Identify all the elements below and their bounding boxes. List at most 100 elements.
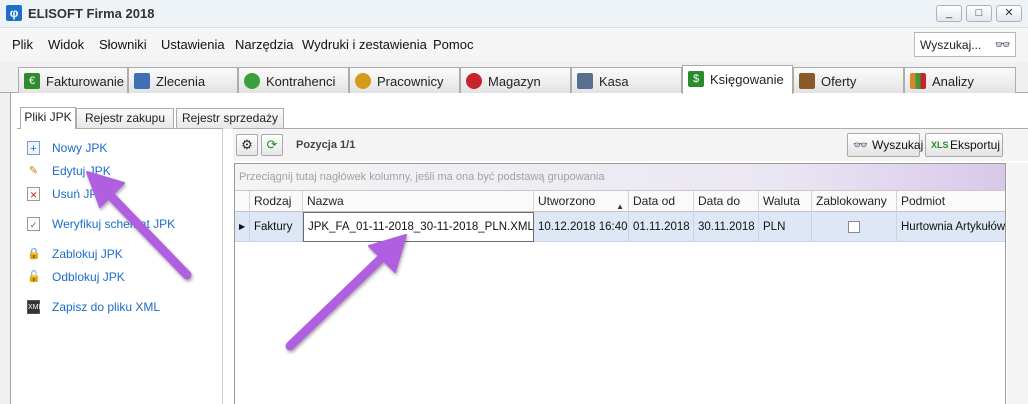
minimize-button[interactable]: _ [936, 5, 962, 22]
tab-rejestr-zakupu[interactable]: Rejestr zakupu [76, 108, 174, 129]
tab-magazyn[interactable]: Magazyn [460, 67, 571, 93]
lock-icon: 🔒 [27, 248, 41, 260]
tab-ksiegowanie[interactable]: $ Księgowanie [682, 65, 793, 94]
menu-plik[interactable]: Plik [12, 37, 33, 52]
column-waluta[interactable]: Waluta [759, 191, 812, 212]
close-button[interactable]: ✕ [996, 5, 1022, 22]
action-label: Zablokuj JPK [52, 247, 123, 261]
tab-label: Kontrahenci [266, 74, 336, 89]
binoculars-icon: 👓 [853, 138, 868, 152]
column-zablokowany[interactable]: Zablokowany [812, 191, 897, 212]
menu-narzedzia[interactable]: Narzędzia [235, 37, 294, 52]
column-nazwa[interactable]: Nazwa [303, 191, 534, 212]
binoculars-icon[interactable]: 👓 [995, 37, 1011, 53]
column-podmiot[interactable]: Podmiot [897, 191, 1005, 212]
search-input[interactable]: Wyszukaj... 👓 [914, 32, 1016, 57]
euro-icon: € [24, 73, 40, 89]
documents-icon [134, 73, 150, 89]
group-by-area[interactable]: Przeciągnij tutaj nagłówek kolumny, jeśl… [235, 164, 1005, 191]
row-indicator: ▶ [235, 212, 250, 242]
menu-ustawienia[interactable]: Ustawienia [161, 37, 225, 52]
current-row-arrow-icon: ▶ [239, 222, 246, 231]
tab-label: Fakturowanie [46, 74, 125, 89]
window-title: ELISOFT Firma 2018 [28, 6, 155, 21]
workers-icon [355, 73, 371, 89]
tab-pracownicy[interactable]: Pracownicy [349, 67, 460, 93]
column-utworzono[interactable]: Utworzono ▲ [534, 191, 629, 212]
tab-kasa[interactable]: Kasa [571, 67, 682, 93]
tab-label: Księgowanie [710, 72, 784, 87]
action-label: Nowy JPK [52, 141, 108, 155]
table-row[interactable]: ▶ Faktury JPK_FA_01-11-2018_30-11-2018_P… [235, 212, 1005, 242]
button-label: Wyszukaj [872, 138, 924, 152]
column-label: Utworzono [538, 194, 596, 208]
tab-analizy[interactable]: Analizy [904, 67, 1016, 93]
excel-icon: XLS [931, 140, 949, 150]
pencil-icon: ✎ [28, 165, 39, 177]
unlock-icon: 🔓 [27, 271, 41, 283]
tab-label: Analizy [932, 74, 974, 89]
cell-nazwa[interactable]: JPK_FA_01-11-2018_30-11-2018_PLN.XML [303, 212, 534, 242]
menu-slowniki[interactable]: Słowniki [99, 37, 147, 52]
verify-document-icon: ✓ [27, 217, 40, 231]
cell-data-od[interactable]: 01.11.2018 [629, 212, 694, 242]
row-selector-header [235, 191, 250, 212]
settings-gear-icon[interactable]: ⚙ [236, 134, 258, 156]
action-label: Odblokuj JPK [52, 270, 125, 284]
cell-rodzaj[interactable]: Faktury [250, 212, 303, 242]
tab-label: Kasa [599, 74, 629, 89]
actions-panel: + Nowy JPK ✎ Edytuj JPK ✕ Usuń JPK ✓ Wer… [17, 128, 223, 404]
button-label: Eksportuj [950, 138, 1001, 152]
title-bar: φ ELISOFT Firma 2018 _ □ ✕ [0, 0, 1028, 28]
jpk-grid: Przeciągnij tutaj nagłówek kolumny, jeśl… [234, 163, 1006, 404]
app-logo-icon: φ [6, 5, 22, 21]
action-label: Weryfikuj schemat JPK [52, 217, 176, 231]
delete-document-icon: ✕ [27, 187, 40, 201]
column-rodzaj[interactable]: Rodzaj [250, 191, 303, 212]
cell-utworzono[interactable]: 10.12.2018 16:40 [534, 212, 629, 242]
tab-oferty[interactable]: Oferty [793, 67, 904, 93]
grid-header: Rodzaj Nazwa Utworzono ▲ Data od Data do… [235, 191, 1005, 212]
export-button[interactable]: XLS Eksportuj [925, 133, 1003, 157]
tab-zlecenia[interactable]: Zlecenia [128, 67, 238, 93]
briefcase-icon [799, 73, 815, 89]
grid-toolbar: ⚙ ⟳ Pozycja 1/1 👓 Wyszukaj XLS Eksportuj [233, 129, 1028, 161]
column-data-od[interactable]: Data od [629, 191, 694, 212]
action-label: Zapisz do pliku XML [52, 300, 161, 314]
new-document-icon: + [27, 141, 40, 155]
column-data-do[interactable]: Data do [694, 191, 759, 212]
menu-pomoc[interactable]: Pomoc [433, 37, 473, 52]
jpk-list-panel: ⚙ ⟳ Pozycja 1/1 👓 Wyszukaj XLS Eksportuj… [233, 128, 1028, 404]
tab-kontrahenci[interactable]: Kontrahenci [238, 67, 349, 93]
tab-label: Pracownicy [377, 74, 444, 89]
cell-zablokowany[interactable] [812, 212, 897, 242]
bar-chart-icon [910, 73, 926, 89]
tab-label: Oferty [821, 74, 857, 89]
cell-data-do[interactable]: 30.11.2018 [694, 212, 759, 242]
bags-icon [466, 73, 482, 89]
tab-label: Zlecenia [156, 74, 206, 89]
cell-podmiot[interactable]: Hurtownia Artykułów [897, 212, 1005, 242]
menu-bar: Plik Widok Słowniki Ustawienia Narzędzia… [0, 28, 1028, 62]
tab-rejestr-sprzedazy[interactable]: Rejestr sprzedaży [176, 108, 284, 129]
tab-label: Magazyn [488, 74, 541, 89]
locked-checkbox[interactable] [848, 221, 860, 233]
search-placeholder: Wyszukaj... [920, 38, 982, 52]
refresh-icon[interactable]: ⟳ [261, 134, 283, 156]
cashbox-icon [577, 73, 593, 89]
position-indicator: Pozycja 1/1 [296, 139, 356, 151]
maximize-button[interactable]: □ [966, 5, 992, 22]
module-tabs: € Fakturowanie Zlecenia Kontrahenci Prac… [0, 62, 1028, 94]
ledger-icon: $ [688, 71, 704, 87]
xml-file-icon: XML [27, 300, 42, 314]
tab-pliki-jpk[interactable]: Pliki JPK [20, 107, 76, 129]
right-margin [1007, 163, 1028, 404]
action-label: Edytuj JPK [52, 164, 111, 178]
tab-fakturowanie[interactable]: € Fakturowanie [18, 67, 128, 93]
cell-waluta[interactable]: PLN [759, 212, 812, 242]
people-icon [244, 73, 260, 89]
menu-wydruki[interactable]: Wydruki i zestawienia [302, 37, 427, 52]
search-button[interactable]: 👓 Wyszukaj [847, 133, 924, 157]
menu-widok[interactable]: Widok [48, 37, 84, 52]
action-label: Usuń JPK [52, 187, 106, 201]
